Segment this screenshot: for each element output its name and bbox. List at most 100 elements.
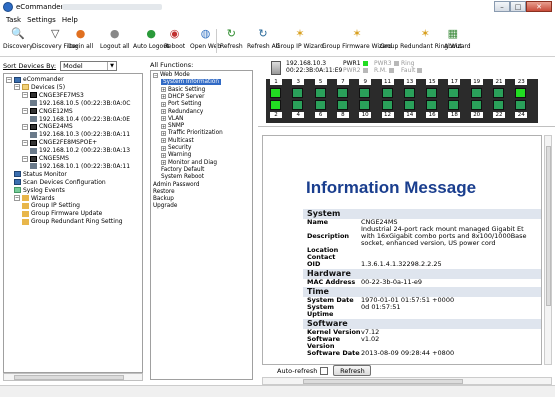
expander-icon[interactable]: − [22,139,28,146]
autorefresh-checkbox[interactable] [320,366,329,375]
port-14[interactable] [403,100,415,110]
tree-item[interactable]: 192.168.10.5 (00:22:3B:0A:0C [30,100,130,107]
toolbar-group-ip-wizard-button[interactable]: ✶ Group IP Wizard [276,26,324,51]
tree-item[interactable]: − Devices (5) [14,84,65,91]
expander-icon[interactable]: − [22,155,28,162]
toolbar-logout-all-button[interactable]: ● Logout all [100,26,129,51]
port-9[interactable] [359,88,371,98]
tree-item[interactable]: 192.168.10.2 (00:22:3B:0A:13 [30,147,130,154]
expander-icon[interactable]: − [14,195,20,201]
expander-icon[interactable]: + [161,130,166,136]
device-tree-scrollbar[interactable] [3,373,143,381]
port-17[interactable] [448,88,460,98]
port-3[interactable] [292,88,304,98]
sort-select[interactable]: Model ▼ [60,61,118,71]
port-13[interactable] [403,88,415,98]
port-10[interactable] [359,100,371,110]
function-item[interactable]: + Basic Setting [161,87,205,93]
tree-item[interactable]: Scan Devices Configuration [14,179,106,186]
tree-item[interactable]: 192.168.10.1 (00:22:3B:0A:11 [30,163,130,170]
function-item[interactable]: Upgrade [153,203,177,209]
port-8[interactable] [336,100,348,110]
function-item[interactable]: System Information [161,79,221,86]
expander-icon[interactable]: + [161,94,166,100]
function-item[interactable]: + Warning [161,152,191,158]
port-18[interactable] [448,100,460,110]
scrollbar-thumb[interactable] [546,146,551,306]
function-item[interactable]: Factory Default [161,167,204,173]
menu-settings[interactable]: Settings [27,16,56,24]
function-item[interactable]: + SNMP [161,123,184,129]
function-item[interactable]: + Redundancy [161,109,203,115]
port-1[interactable] [270,88,281,98]
toolbar-login-all-button[interactable]: ● Login all [68,26,93,51]
function-item[interactable]: System Reboot [161,174,204,180]
expander-icon[interactable]: + [161,101,166,107]
port-15[interactable] [426,88,438,98]
expander-icon[interactable]: + [161,87,166,93]
tree-item[interactable]: 192.168.10.4 (00:22:3B:0A:0E [30,116,130,123]
tree-item[interactable]: 192.168.10.3 (00:22:3B:0A:11 [30,131,130,138]
refresh-button[interactable]: Refresh [333,365,372,376]
tree-item[interactable]: − eCommander [6,76,64,83]
scrollbar-thumb[interactable] [303,379,463,384]
expander-icon[interactable]: − [22,108,28,115]
port-5[interactable] [314,88,326,98]
tree-item[interactable]: Group Firmware Update [22,210,102,217]
expander-icon[interactable]: − [6,76,12,83]
toolbar-reboot-button[interactable]: ◉ Reboot [164,26,185,51]
tree-item[interactable]: − CNGE12MS [22,108,73,115]
function-item[interactable]: + DHCP Server [161,94,205,100]
expander-icon[interactable]: + [161,109,166,114]
port-16[interactable] [426,100,438,110]
tree-item[interactable]: − CNGE2FE8MSPOE+ [22,139,97,146]
toolbar-refresh-all-button[interactable]: ↻ Refresh All [247,26,279,51]
toolbar-about-button[interactable]: ▦ About [444,26,462,51]
port-21[interactable] [493,88,504,98]
expander-icon[interactable]: + [161,138,166,144]
maximize-button[interactable]: □ [510,1,526,12]
function-item[interactable]: + Traffic Prioritization [161,130,223,136]
port-20[interactable] [470,100,482,110]
info-hscrollbar[interactable] [262,377,552,385]
port-7[interactable] [336,88,348,98]
expander-icon[interactable]: + [161,152,166,158]
expander-icon[interactable]: + [161,123,166,129]
port-11[interactable] [381,88,393,98]
expander-icon[interactable]: − [22,92,28,99]
toolbar-discovery-button[interactable]: 🔍 Discovery [3,26,33,51]
expander-icon[interactable]: − [22,123,28,130]
info-vscrollbar[interactable] [544,135,552,365]
tree-item[interactable]: − CNGE5MS [22,155,69,162]
tree-item[interactable]: Group Redundant Ring Setting [22,218,123,225]
tree-item[interactable]: Syslog Events [14,187,65,194]
function-item[interactable]: − Web Mode [153,72,190,78]
port-19[interactable] [470,88,482,98]
function-item[interactable]: + Security [161,145,191,151]
menu-help[interactable]: Help [62,16,78,24]
tree-item[interactable]: − CNGE3FE7MS3 [22,92,84,99]
port-12[interactable] [381,100,393,110]
expander-icon[interactable]: − [14,84,20,91]
scrollbar-thumb[interactable] [14,375,124,380]
function-item[interactable]: Restore [153,189,175,195]
port-23[interactable] [515,88,527,98]
function-item[interactable]: Backup [153,196,174,202]
port-24[interactable] [515,100,527,110]
toolbar-refresh-button[interactable]: ↻ Refresh [220,26,243,51]
tree-item[interactable]: Status Monitor [14,171,67,178]
menu-task[interactable]: Task [6,16,21,24]
minimize-button[interactable]: – [494,1,510,12]
function-item[interactable]: + VLAN [161,116,183,122]
expander-icon[interactable]: − [153,72,158,78]
port-6[interactable] [314,100,326,110]
port-22[interactable] [493,100,504,110]
port-2[interactable] [270,100,281,110]
expander-icon[interactable]: + [161,160,166,166]
tree-item[interactable]: − CNGE24MS [22,123,73,130]
tree-item[interactable]: − Wizards [14,195,55,202]
function-item[interactable]: + Port Setting [161,101,201,107]
port-4[interactable] [292,100,304,110]
function-item[interactable]: Admin Password [153,182,200,188]
expander-icon[interactable]: + [161,116,166,122]
